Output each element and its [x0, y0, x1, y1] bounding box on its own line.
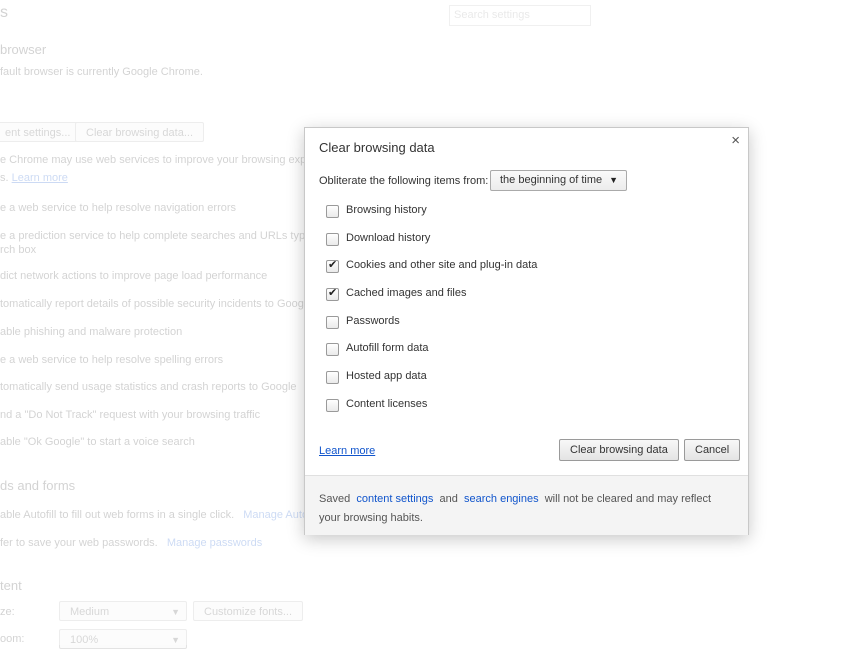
option-label: Browsing history: [346, 204, 427, 216]
checkmark-icon: ✔: [328, 259, 338, 271]
option-label: Download history: [346, 232, 431, 244]
checkbox[interactable]: [326, 316, 339, 329]
clear-browsing-data-dialog: Clear browsing data × Obliterate the fol…: [304, 127, 749, 535]
obliterate-label: Obliterate the following items from:: [319, 175, 489, 187]
checkbox[interactable]: [326, 399, 339, 412]
option-label: Cookies and other site and plug-in data: [346, 259, 538, 271]
footer-text: Saved content settings and search engine…: [319, 490, 734, 528]
checkbox[interactable]: [326, 233, 339, 246]
checkbox[interactable]: [326, 343, 339, 356]
time-range-select[interactable]: the beginning of time ▼: [490, 170, 627, 191]
option-label: Hosted app data: [346, 370, 427, 382]
checkbox[interactable]: ✔: [326, 259, 339, 273]
option-label: Content licenses: [346, 398, 428, 410]
dialog-title: Clear browsing data: [319, 140, 435, 155]
chevron-down-icon: ▼: [609, 175, 618, 185]
learn-more-link[interactable]: Learn more: [319, 445, 375, 457]
option-label: Autofill form data: [346, 342, 429, 354]
search-engines-link[interactable]: search engines: [464, 493, 539, 505]
checkbox[interactable]: ✔: [326, 287, 339, 301]
footer-saved-text: Saved: [319, 493, 351, 505]
checkbox[interactable]: [326, 371, 339, 384]
time-range-value: the beginning of time: [500, 174, 603, 186]
content-settings-link[interactable]: content settings: [356, 493, 433, 505]
close-icon[interactable]: ×: [731, 132, 740, 149]
footer-and-text: and: [439, 493, 458, 505]
option-label: Cached images and files: [346, 287, 467, 299]
cancel-button[interactable]: Cancel: [684, 439, 741, 461]
clear-browsing-data-confirm-button[interactable]: Clear browsing data: [559, 439, 679, 461]
checkmark-icon: ✔: [328, 287, 338, 299]
checkbox[interactable]: [326, 205, 339, 218]
dialog-footer: Saved content settings and search engine…: [305, 475, 748, 535]
option-label: Passwords: [346, 315, 400, 327]
